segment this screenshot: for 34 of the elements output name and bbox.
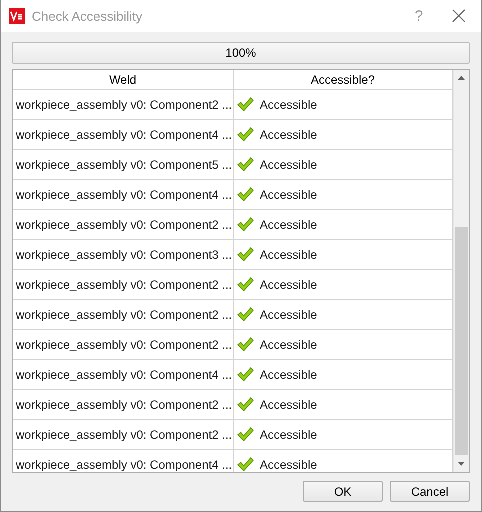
status-text: Accessible [260, 428, 318, 442]
status-text: Accessible [260, 128, 318, 142]
weld-cell: workpiece_assembly v0: Component2 ... [13, 420, 234, 449]
cancel-button[interactable]: Cancel [390, 481, 470, 502]
status-text: Accessible [260, 278, 318, 292]
progress-label: 100% [226, 46, 256, 60]
status-text: Accessible [260, 218, 318, 232]
status-text: Accessible [260, 398, 318, 412]
status-text: Accessible [260, 248, 318, 262]
status-text: Accessible [260, 368, 318, 382]
column-header[interactable]: Weld [13, 70, 234, 89]
weld-cell: workpiece_assembly v0: Component4 ... [13, 450, 234, 472]
weld-cell: workpiece_assembly v0: Component2 ... [13, 390, 234, 419]
status-text: Accessible [260, 188, 318, 202]
close-icon[interactable] [451, 8, 467, 24]
weld-cell: workpiece_assembly v0: Component4 ... [13, 120, 234, 149]
weld-cell: workpiece_assembly v0: Component2 ... [13, 90, 234, 119]
window-title: Check Accessibility [32, 8, 144, 24]
weld-cell: workpiece_assembly v0: Component2 ... [13, 210, 234, 239]
weld-cell: workpiece_assembly v0: Component2 ... [13, 270, 234, 299]
weld-cell: workpiece_assembly v0: Component3 ... [13, 240, 234, 269]
weld-cell: workpiece_assembly v0: Component5 ... [13, 150, 234, 179]
status-text: Accessible [260, 158, 318, 172]
scrollbar-thumb[interactable] [455, 227, 468, 455]
app-logo-icon [9, 8, 25, 24]
weld-cell: workpiece_assembly v0: Component2 ... [13, 300, 234, 329]
status-text: Accessible [260, 308, 318, 322]
weld-cell: workpiece_assembly v0: Component4 ... [13, 180, 234, 209]
status-text: Accessible [260, 98, 318, 112]
status-text: Accessible [260, 458, 318, 472]
ok-button[interactable]: OK [303, 481, 383, 502]
weld-cell: workpiece_assembly v0: Component2 ... [13, 330, 234, 359]
status-text: Accessible [260, 338, 318, 352]
weld-cell: workpiece_assembly v0: Component4 ... [13, 360, 234, 389]
